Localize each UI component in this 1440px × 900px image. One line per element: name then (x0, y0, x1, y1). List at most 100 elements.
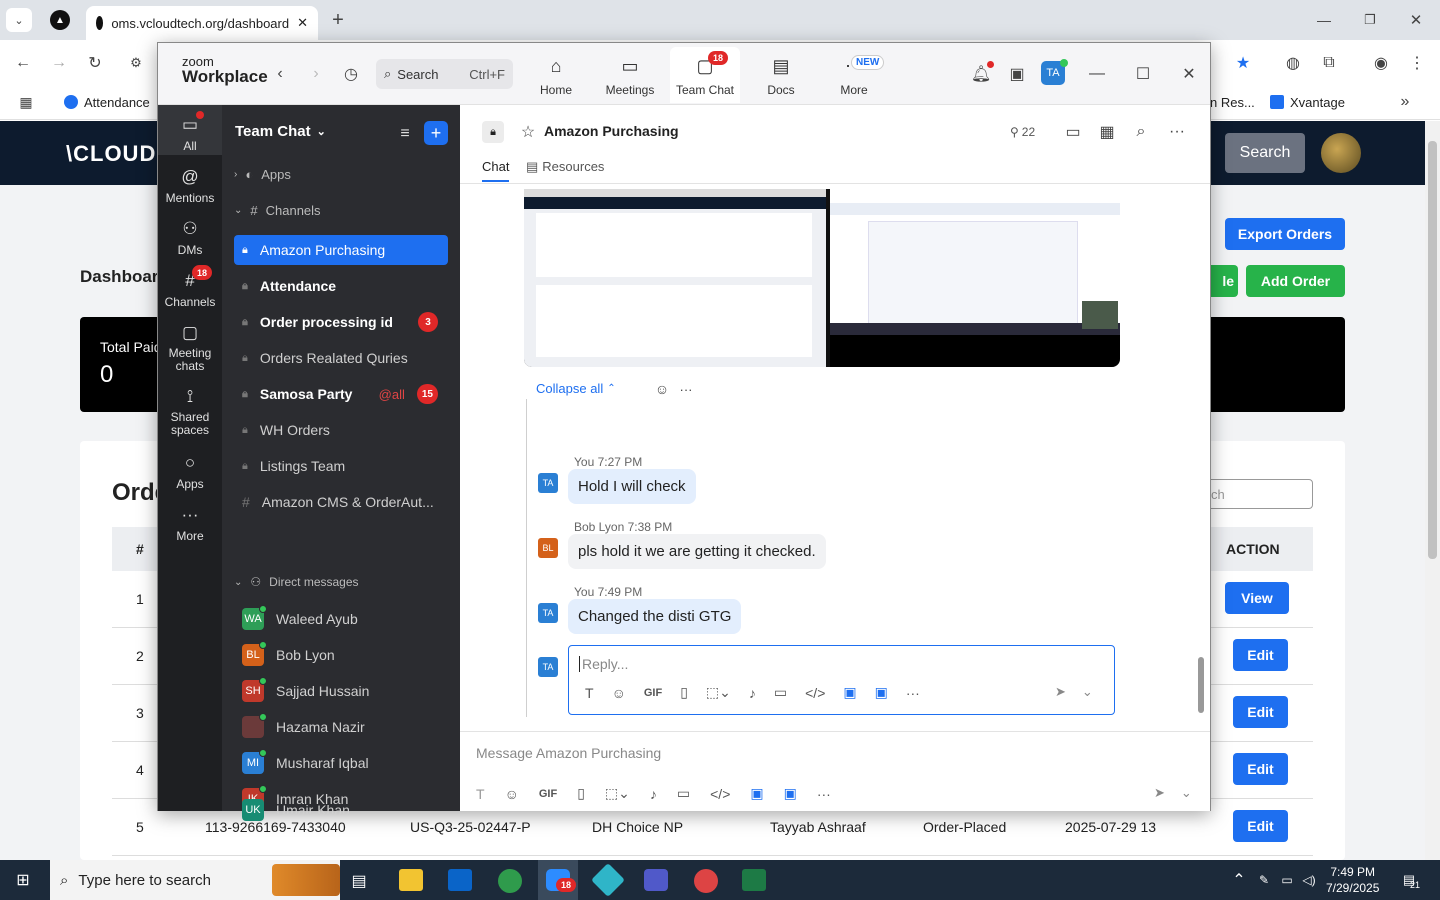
video-call-icon[interactable]: ▭ (1062, 121, 1084, 143)
chat-scrollbar-thumb[interactable] (1198, 657, 1204, 713)
dm-sajjad[interactable]: SH Sajjad Hussain (234, 675, 448, 707)
channel-attendance[interactable]: 🔒︎ Attendance (234, 271, 448, 301)
filter-icon[interactable]: ≡ (394, 123, 416, 145)
user-avatar[interactable] (1321, 133, 1361, 173)
zoom-minimize-icon[interactable]: — (1086, 63, 1108, 85)
avatar[interactable]: TA (538, 473, 558, 493)
file-explorer-icon[interactable] (399, 869, 423, 891)
scrollbar-thumb[interactable] (1428, 141, 1437, 559)
dm-hazama[interactable]: Hazama Nazir (234, 711, 448, 743)
chrome-profile-icon[interactable] (694, 869, 718, 893)
video-clip-icon[interactable]: ▭ (677, 785, 690, 802)
volume-icon[interactable]: ◁) (1300, 870, 1318, 890)
add-reaction-icon[interactable]: ☺ (652, 379, 672, 399)
close-tab-icon[interactable]: ✕ (297, 15, 308, 31)
mic-icon[interactable]: ♪ (650, 786, 657, 802)
reply-input[interactable]: Reply... (579, 656, 628, 672)
edit-button[interactable]: Edit (1233, 696, 1288, 728)
browser-menu-icon[interactable]: ⋮ (1406, 52, 1428, 74)
taskbar-clock[interactable]: 7:49 PM 7/29/2025 (1326, 864, 1379, 896)
message-more-icon[interactable]: ··· (676, 379, 696, 399)
emoji-icon[interactable]: ☺ (505, 786, 519, 802)
channel-order-processing[interactable]: 🔒︎ Order processing id 3 (234, 307, 448, 337)
send-icon[interactable]: ➤ (1154, 785, 1165, 801)
rail-mentions[interactable]: @ Mentions (158, 167, 222, 205)
app-diamond-icon[interactable] (591, 863, 625, 897)
edit-button[interactable]: Edit (1233, 639, 1288, 671)
teams-icon[interactable] (644, 869, 668, 891)
app-two-icon[interactable]: ▣ (875, 684, 888, 701)
mic-icon[interactable]: ♪ (749, 685, 756, 701)
bookmark-xvantage[interactable]: Xvantage (1270, 92, 1345, 112)
export-orders-button[interactable]: Export Orders (1225, 218, 1345, 250)
rail-all[interactable]: ▭ All (158, 115, 222, 153)
forward-icon[interactable]: → (48, 52, 70, 74)
channel-more-icon[interactable]: ··· (1166, 121, 1188, 143)
add-order-button[interactable]: Add Order (1246, 265, 1345, 297)
zoom-maximize-icon[interactable]: ☐ (1132, 63, 1154, 85)
tab-resources[interactable]: ▤ Resources (526, 159, 604, 175)
network-icon[interactable]: ▭ (1278, 870, 1296, 890)
shared-screenshot-image[interactable] (524, 189, 1120, 367)
chrome-icon[interactable] (498, 869, 522, 893)
member-count[interactable]: ⚲ 22 (1010, 125, 1035, 139)
zoom-taskbar-active[interactable]: 18 (538, 860, 578, 900)
code-icon[interactable]: </> (710, 786, 730, 802)
minimize-icon[interactable]: — (1314, 10, 1334, 30)
send-options-chevron-icon[interactable]: ⌄ (1082, 684, 1093, 700)
nav-team-chat[interactable]: ▢ Team Chat 18 (670, 47, 740, 103)
tab-list-icon[interactable]: ⌄ (6, 8, 32, 32)
edit-button[interactable]: Edit (1233, 810, 1288, 842)
channel-search-icon[interactable]: ⌕ (1130, 121, 1152, 143)
nav-more[interactable]: ⋯ More NEW (819, 47, 889, 103)
channels-section[interactable]: ⌄ # Channels (234, 203, 321, 218)
bookmark-res[interactable]: n Res... (1210, 92, 1255, 112)
tab-chat[interactable]: Chat (482, 159, 510, 182)
message-input[interactable]: Message Amazon Purchasing (476, 745, 661, 761)
app-one-icon[interactable]: ▣ (750, 785, 763, 802)
reply-box[interactable]: Reply... T ☺ GIF ▯ ⬚⌄ ♪ ▭ </> ▣ ▣ ··· ➤ … (568, 645, 1115, 715)
channel-orders-queries[interactable]: 🔒︎ Orders Realated Quries (234, 343, 448, 373)
translate-icon[interactable]: ◍ (1282, 52, 1304, 74)
outlook-icon[interactable] (448, 869, 472, 891)
message-bubble[interactable]: Changed the disti GTG (568, 599, 742, 634)
calendar-icon[interactable]: ▣ (1006, 63, 1028, 85)
orders-search-input[interactable]: ch (1200, 479, 1313, 509)
team-chat-title[interactable]: Team Chat ⌄ (235, 123, 326, 140)
avatar[interactable]: TA (538, 603, 558, 623)
channel-samosa-party[interactable]: 🔒︎ Samosa Party @all 15 (234, 379, 448, 409)
rail-apps[interactable]: ○ Apps (158, 453, 222, 491)
rail-dms[interactable]: ⚇ DMs (158, 219, 222, 257)
history-icon[interactable]: ◷ (340, 63, 362, 85)
screenshot-icon[interactable]: ⬚⌄ (706, 684, 731, 701)
send-icon[interactable]: ➤ (1055, 684, 1066, 700)
back-icon[interactable]: ← (12, 52, 34, 74)
zoom-forward-icon[interactable]: › (306, 63, 326, 85)
browser-tab[interactable]: oms.vcloudtech.org/dashboard ✕ (86, 6, 318, 40)
star-icon[interactable]: ☆ (518, 121, 538, 143)
bookmark-star-icon[interactable]: ★ (1232, 52, 1254, 74)
dm-bob[interactable]: BL Bob Lyon (234, 639, 448, 671)
channel-title[interactable]: Amazon Purchasing (544, 123, 679, 139)
new-chat-plus-icon[interactable]: + (424, 121, 448, 145)
channel-amazon-cms[interactable]: # Amazon CMS & OrderAut... (234, 487, 448, 517)
page-scrollbar[interactable] (1425, 121, 1440, 860)
rail-meeting-chats[interactable]: ▢ Meeting chats (158, 323, 222, 373)
profile-icon[interactable]: ◉ (1370, 52, 1392, 74)
edit-button[interactable]: Edit (1233, 753, 1288, 785)
site-info-icon[interactable]: ⚙ (124, 52, 148, 74)
message-bubble[interactable]: pls hold it we are getting it checked. (568, 534, 826, 569)
excel-icon[interactable] (742, 869, 766, 891)
channel-amazon-purchasing[interactable]: 🔒︎ Amazon Purchasing (234, 235, 448, 265)
collapse-all-link[interactable]: Collapse all ⌃ (536, 381, 616, 396)
apps-section[interactable]: › ◐ Apps (234, 167, 291, 182)
task-view-icon[interactable]: ▤ (348, 870, 370, 892)
rail-channels[interactable]: # Channels (158, 271, 222, 309)
toolbar-more-icon[interactable]: ··· (817, 786, 831, 802)
file-icon[interactable]: ▯ (577, 785, 585, 802)
app-two-icon[interactable]: ▣ (784, 785, 797, 802)
format-text-icon[interactable]: T (585, 685, 594, 701)
zoom-close-icon[interactable]: ✕ (1178, 63, 1200, 85)
dm-section[interactable]: ⌄ ⚇ Direct messages (234, 575, 359, 589)
app-one-icon[interactable]: ▣ (843, 684, 856, 701)
